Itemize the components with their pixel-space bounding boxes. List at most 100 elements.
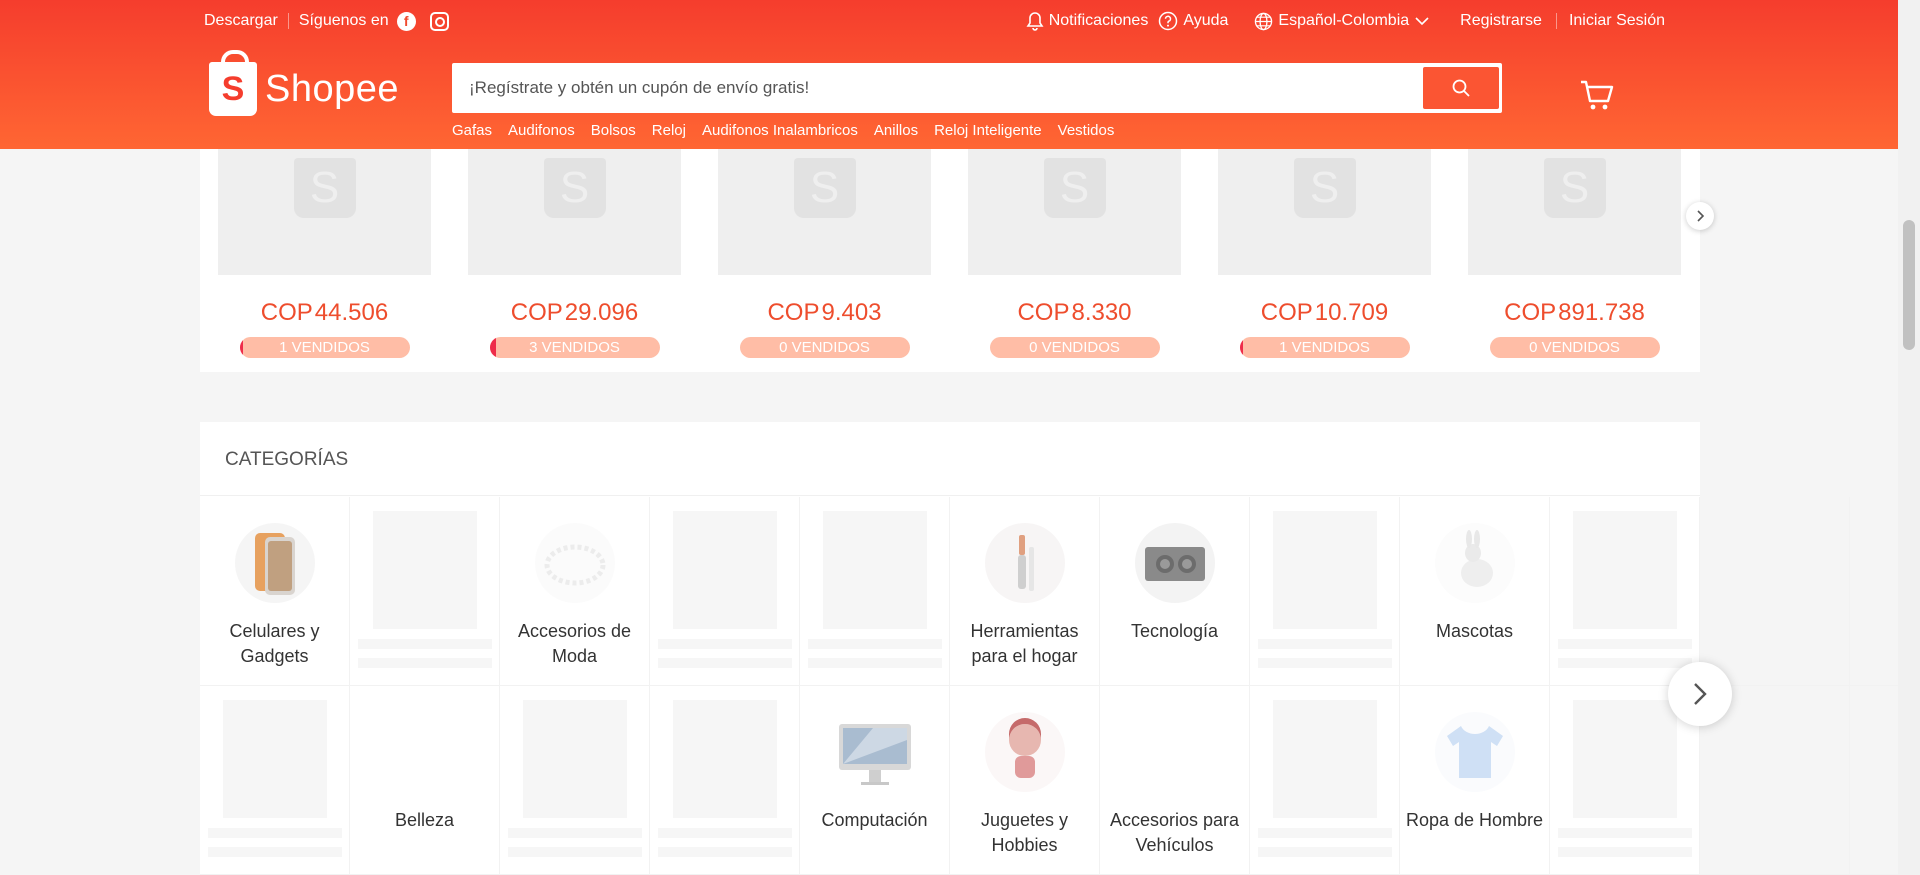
notifications-label: Notificaciones <box>1048 12 1149 29</box>
download-link[interactable]: Descargar <box>204 12 278 30</box>
sold-bar: 1 VENDIDOS <box>1239 337 1410 358</box>
speaker-icon <box>1133 521 1217 605</box>
category-label: Tecnología <box>1130 621 1219 641</box>
product-card[interactable]: S COP44.506 1 VENDIDOS <box>218 120 431 358</box>
keyword-link[interactable]: Anillos <box>874 122 918 139</box>
category-item[interactable]: Mascotas <box>1400 497 1550 686</box>
currency-label: COP <box>510 299 563 326</box>
currency-label: COP <box>260 299 313 326</box>
scrollbar-thumb[interactable] <box>1903 220 1915 350</box>
placeholder-image <box>822 511 927 629</box>
help-link[interactable]: Ayuda <box>1158 11 1228 31</box>
category-item[interactable]: Accesorios de Moda <box>500 497 650 686</box>
cart-icon <box>1581 80 1614 110</box>
shopee-bag-icon: S <box>1293 157 1356 218</box>
placeholder-line <box>1257 639 1392 649</box>
placeholder-line <box>807 658 942 668</box>
placeholder-line <box>1257 658 1392 668</box>
site-header: Descargar Síguenos en f Notificaciones A… <box>0 0 1898 149</box>
register-link[interactable]: Registrarse <box>1460 12 1542 30</box>
sold-label: 3 VENDIDOS <box>529 339 620 356</box>
category-item[interactable]: Accesorios para Vehículos <box>1100 686 1250 875</box>
logo-text: Shopee <box>265 67 400 110</box>
search-input[interactable] <box>455 66 1423 110</box>
category-placeholder <box>800 497 950 686</box>
currency-label: COP <box>1504 299 1557 326</box>
category-label: Herramientas para el hogar <box>970 621 1079 666</box>
computer-icon <box>833 710 917 794</box>
shopee-bag-icon: S <box>543 157 606 218</box>
product-card[interactable]: S COP891.738 0 VENDIDOS <box>1468 120 1681 358</box>
category-item[interactable]: Herramientas para el hogar <box>950 497 1100 686</box>
page-scrollbar[interactable] <box>1898 0 1920 875</box>
currency-label: COP <box>767 299 820 326</box>
keyword-link[interactable]: Vestidos <box>1058 122 1115 139</box>
keyword-link[interactable]: Bolsos <box>591 122 636 139</box>
search-icon <box>1452 79 1470 97</box>
instagram-icon[interactable] <box>429 11 449 31</box>
sold-bar: 0 VENDIDOS <box>739 337 910 358</box>
placeholder-image <box>1572 511 1677 629</box>
shopee-bag-icon: S <box>793 157 856 218</box>
product-card[interactable]: S COP10.709 1 VENDIDOS <box>1218 120 1431 358</box>
category-item[interactable]: Juguetes y Hobbies <box>950 686 1100 875</box>
product-card[interactable]: S COP9.403 0 VENDIDOS <box>718 120 931 358</box>
category-placeholder <box>500 686 650 875</box>
shopee-logo[interactable]: S Shopee <box>209 50 400 116</box>
product-card[interactable]: S COP29.096 3 VENDIDOS <box>468 120 681 358</box>
placeholder-line <box>1257 847 1392 857</box>
price-value: 10.709 <box>1314 299 1389 326</box>
tool-icon <box>983 521 1067 605</box>
sold-bar: 1 VENDIDOS <box>239 337 410 358</box>
category-label: Ropa de Hombre <box>1405 810 1544 830</box>
placeholder-line <box>657 639 792 649</box>
cart-button[interactable] <box>1580 80 1614 117</box>
placeholder-line <box>207 828 342 838</box>
categories-next-button[interactable] <box>1668 662 1732 726</box>
currency-label: COP <box>1017 299 1070 326</box>
notifications-link[interactable]: Notificaciones <box>1026 11 1149 31</box>
sold-label: 0 VENDIDOS <box>1029 339 1120 356</box>
shopee-bag-icon: S <box>293 157 356 218</box>
price-value: 8.330 <box>1071 299 1132 326</box>
bracelet-icon <box>533 521 617 605</box>
placeholder-line <box>507 847 642 857</box>
products-next-button[interactable] <box>1686 202 1714 230</box>
category-image-empty <box>383 710 467 794</box>
category-placeholder <box>1250 497 1400 686</box>
category-item[interactable]: Belleza <box>350 686 500 875</box>
sold-label: 0 VENDIDOS <box>779 339 870 356</box>
category-item[interactable]: Tecnología <box>1100 497 1250 686</box>
facebook-icon[interactable]: f <box>396 11 416 31</box>
category-label: Accesorios de Moda <box>517 621 632 666</box>
category-label: Juguetes y Hobbies <box>980 810 1069 855</box>
category-placeholder <box>650 497 800 686</box>
placeholder-image <box>522 700 627 818</box>
sold-label: 1 VENDIDOS <box>279 339 370 356</box>
search-bar <box>452 63 1502 113</box>
doll-icon <box>983 710 1067 794</box>
language-selector[interactable]: Español-Colombia <box>1254 12 1434 31</box>
category-item[interactable]: Computación <box>800 686 950 875</box>
search-button[interactable] <box>1423 67 1499 109</box>
category-label: Belleza <box>394 810 455 830</box>
placeholder-line <box>357 658 492 668</box>
chevron-right-icon <box>1697 210 1705 222</box>
keyword-link[interactable]: Reloj <box>652 122 686 139</box>
keyword-link[interactable]: Audifonos <box>508 122 575 139</box>
login-link[interactable]: Iniciar Sesión <box>1569 12 1665 30</box>
placeholder-image <box>1272 511 1377 629</box>
placeholder-line <box>657 828 792 838</box>
placeholder-line <box>1257 828 1392 838</box>
category-placeholder <box>200 686 350 875</box>
product-card[interactable]: S COP8.330 0 VENDIDOS <box>968 120 1181 358</box>
category-label: Celulares y Gadgets <box>229 621 320 666</box>
categories-title: CATEGORÍAS <box>200 422 1700 496</box>
chevron-right-icon <box>1694 683 1707 705</box>
category-item[interactable]: Ropa de Hombre <box>1400 686 1550 875</box>
product-price: COP8.330 <box>968 299 1181 327</box>
keyword-link[interactable]: Reloj Inteligente <box>934 122 1042 139</box>
keyword-link[interactable]: Gafas <box>452 122 492 139</box>
keyword-link[interactable]: Audifonos Inalambricos <box>702 122 858 139</box>
category-item[interactable]: Celulares y Gadgets <box>200 497 350 686</box>
